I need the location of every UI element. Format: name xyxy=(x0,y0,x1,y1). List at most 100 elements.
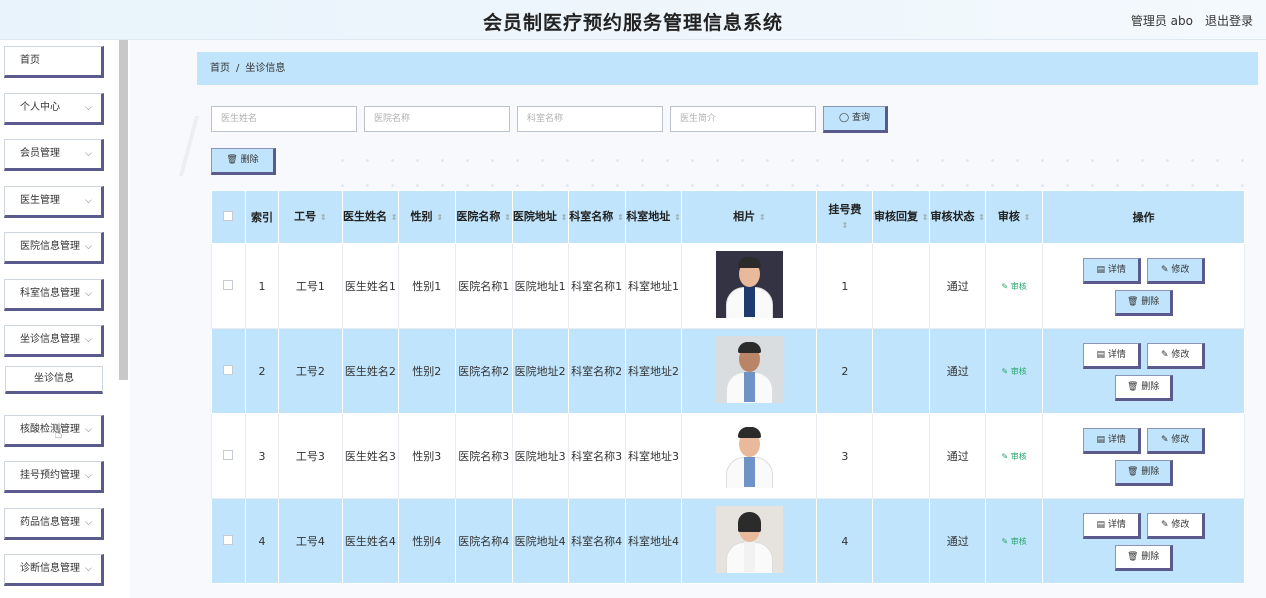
hospital-name-input[interactable]: 医院名称 xyxy=(364,106,510,132)
col-header-doctor-name[interactable]: 医生姓名 ⇕ xyxy=(341,190,399,244)
cell-status: 通过 xyxy=(929,498,987,584)
breadcrumb-current: 坐诊信息 xyxy=(245,63,286,74)
cell-sex: 性别3 xyxy=(397,413,456,499)
delete-button[interactable]: 🗑 删除 xyxy=(1115,460,1174,486)
cell-no: 工号2 xyxy=(277,328,343,414)
table-header-row: 索引 工号 ⇕ 医生姓名 ⇕ 性别 ⇕ 医院名称 ⇕ 医院地址 ⇕ 科室名称 ⇕… xyxy=(211,190,1245,244)
col-header-audit[interactable]: 审核 ⇕ xyxy=(985,190,1044,244)
chevron-down-icon: ⌵ xyxy=(85,425,92,435)
sidebar-item-registration[interactable]: 挂号预约管理 ⌵ xyxy=(4,461,104,493)
cell-doctor-name: 医生姓名3 xyxy=(341,413,399,499)
logout-link[interactable]: 退出登录 xyxy=(1205,12,1253,29)
sidebar-item-medicine[interactable]: 药品信息管理 ⌵ xyxy=(4,508,104,540)
chevron-down-icon: ⌵ xyxy=(85,149,92,159)
sidebar-item-label: 坐诊信息管理 xyxy=(20,334,80,345)
breadcrumb-separator: / xyxy=(236,63,240,74)
sidebar-item-home[interactable]: 首页 xyxy=(4,46,104,78)
edit-button[interactable]: ✎ 修改 xyxy=(1147,513,1206,539)
cell-sex: 性别4 xyxy=(397,498,456,584)
col-header-status[interactable]: 审核状态 ⇕ xyxy=(929,190,987,244)
table-row: 1 工号1 医生姓名1 性别1 医院名称1 医院地址1 科室名称1 科室地址1 … xyxy=(211,243,1245,329)
doctor-photo xyxy=(715,420,783,488)
chevron-down-icon: ⌵ xyxy=(85,518,92,528)
col-header-hospital-name[interactable]: 医院名称 ⇕ xyxy=(454,190,513,244)
sidebar-item-label: 诊断信息管理 xyxy=(20,563,80,574)
sidebar-subitem-consultation-info[interactable]: 坐诊信息 xyxy=(5,366,103,394)
cell-doctor-name: 医生姓名4 xyxy=(341,498,399,584)
cell-hospital-address: 医院地址2 xyxy=(511,328,569,414)
col-header-photo[interactable]: 相片 ⇕ xyxy=(681,190,818,244)
sidebar-item-members[interactable]: 会员管理 ⌵ xyxy=(4,139,104,171)
col-header-dept-address[interactable]: 科室地址 ⇕ xyxy=(624,190,683,244)
cell-fee: 4 xyxy=(816,498,874,584)
cell-hospital-address: 医院地址4 xyxy=(511,498,569,584)
row-checkbox[interactable] xyxy=(223,449,234,460)
cell-doctor-name: 医生姓名2 xyxy=(341,328,399,414)
delete-button[interactable]: 🗑 删除 xyxy=(1115,290,1174,316)
col-header-reply[interactable]: 审核回复 ⇕ xyxy=(872,190,931,244)
delete-button[interactable]: 🗑 删除 xyxy=(1115,375,1174,401)
department-name-input[interactable]: 科室名称 xyxy=(517,106,663,132)
col-header-dept-name[interactable]: 科室名称 ⇕ xyxy=(567,190,626,244)
breadcrumb-home[interactable]: 首页 xyxy=(210,63,230,74)
sidebar-item-departments[interactable]: 科室信息管理 ⌵ xyxy=(4,279,104,311)
row-checkbox[interactable] xyxy=(223,279,234,290)
cell-sex: 性别1 xyxy=(397,243,456,329)
col-header-hospital-address[interactable]: 医院地址 ⇕ xyxy=(511,190,569,244)
col-header-fee[interactable]: 挂号费 ⇕ xyxy=(816,190,874,244)
cell-dept-name: 科室名称1 xyxy=(567,243,626,329)
edit-button[interactable]: ✎ 修改 xyxy=(1147,428,1206,454)
audit-link[interactable]: ✎ 审核 xyxy=(1002,452,1027,461)
sidebar-item-label: 核酸检测管理 xyxy=(20,424,80,435)
cell-index: 4 xyxy=(244,498,279,584)
cell-dept-address: 科室地址2 xyxy=(624,328,683,414)
chevron-down-icon: ⌵ xyxy=(85,196,92,206)
col-header-index[interactable]: 索引 xyxy=(244,190,279,244)
delete-button[interactable]: 🗑 删除 xyxy=(1115,545,1174,571)
col-header-actions: 操作 xyxy=(1042,190,1245,244)
audit-link[interactable]: ✎ 审核 xyxy=(1002,367,1027,376)
table-row: 3 工号3 医生姓名3 性别3 医院名称3 医院地址3 科室名称3 科室地址3 … xyxy=(211,413,1245,499)
select-all-checkbox[interactable] xyxy=(223,210,234,221)
cell-dept-name: 科室名称3 xyxy=(567,413,626,499)
sidebar-item-personal[interactable]: 个人中心 ⌵ xyxy=(4,93,104,125)
cell-reply xyxy=(872,498,931,584)
col-header-no[interactable]: 工号 ⇕ xyxy=(277,190,343,244)
select-all-header xyxy=(211,190,246,244)
sidebar-item-label: 科室信息管理 xyxy=(20,288,80,299)
sidebar-item-label: 药品信息管理 xyxy=(20,517,80,528)
row-checkbox[interactable] xyxy=(223,534,234,545)
col-header-sex[interactable]: 性别 ⇕ xyxy=(397,190,456,244)
detail-button[interactable]: ▤ 详情 xyxy=(1083,343,1142,369)
detail-button[interactable]: ▤ 详情 xyxy=(1083,428,1142,454)
sidebar-scrollbar[interactable] xyxy=(119,40,128,380)
detail-button[interactable]: ▤ 详情 xyxy=(1083,513,1142,539)
chevron-down-icon: ⌵ xyxy=(85,103,92,113)
edit-button[interactable]: ✎ 修改 xyxy=(1147,343,1206,369)
dot-pattern-decoration xyxy=(330,148,1260,188)
cell-no: 工号3 xyxy=(277,413,343,499)
sidebar-item-doctors[interactable]: 医生管理 ⌵ xyxy=(4,186,104,218)
doctor-intro-input[interactable]: 医生简介 xyxy=(670,106,816,132)
sidebar-item-consultation[interactable]: 坐诊信息管理 ⌵ xyxy=(4,325,104,357)
sidebar-item-hospitals[interactable]: 医院信息管理 ⌵ xyxy=(4,232,104,264)
cell-dept-name: 科室名称4 xyxy=(567,498,626,584)
current-user: 管理员 abo xyxy=(1130,14,1193,28)
detail-button[interactable]: ▤ 详情 xyxy=(1083,258,1142,284)
row-checkbox[interactable] xyxy=(223,364,234,375)
audit-link[interactable]: ✎ 审核 xyxy=(1002,537,1027,546)
edit-button[interactable]: ✎ 修改 xyxy=(1147,258,1206,284)
cell-fee: 3 xyxy=(816,413,874,499)
chevron-down-icon: ⌵ xyxy=(85,471,92,481)
bulk-delete-button[interactable]: 🗑 删除 xyxy=(211,148,276,175)
audit-link[interactable]: ✎ 审核 xyxy=(1002,282,1027,291)
cell-hospital-name: 医院名称2 xyxy=(454,328,513,414)
query-button[interactable]: ◯ 查询 xyxy=(823,106,888,133)
chevron-down-icon: ⌵ xyxy=(85,335,92,345)
sidebar-item-label: 医院信息管理 xyxy=(20,241,80,252)
cell-hospital-name: 医院名称4 xyxy=(454,498,513,584)
doctor-name-input[interactable]: 医生姓名 xyxy=(211,106,357,132)
cell-fee: 1 xyxy=(816,243,874,329)
cell-no: 工号1 xyxy=(277,243,343,329)
sidebar-item-diagnosis[interactable]: 诊断信息管理 ⌵ xyxy=(4,554,104,586)
